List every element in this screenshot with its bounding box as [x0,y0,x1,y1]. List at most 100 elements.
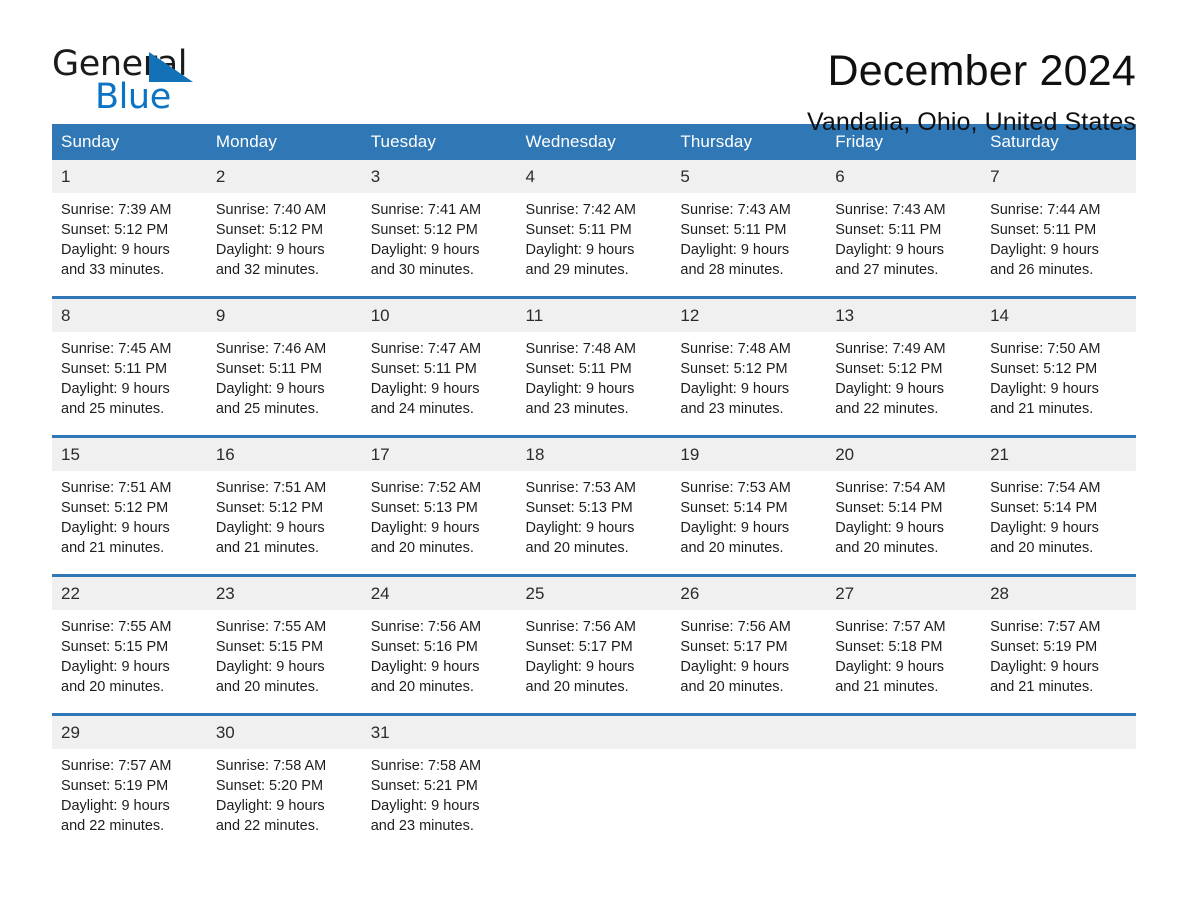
weekday-header-monday: Monday [206,124,362,160]
day-details: Sunrise: 7:41 AM Sunset: 5:12 PM Dayligh… [362,193,517,296]
day-cell[interactable]: 30 Sunrise: 7:58 AM Sunset: 5:20 PM Dayl… [206,713,362,852]
sunrise-text: Sunrise: 7:53 AM [680,480,791,496]
day-cell[interactable]: 10 Sunrise: 7:47 AM Sunset: 5:11 PM Dayl… [361,296,517,437]
day-cell[interactable]: 23 Sunrise: 7:55 AM Sunset: 5:15 PM Dayl… [206,574,362,715]
sunrise-text: Sunrise: 7:41 AM [370,202,482,218]
day-cell[interactable]: 21 Sunrise: 7:54 AM Sunset: 5:14 PM Dayl… [981,435,1136,576]
weekday-header-sunday: Sunday [52,124,207,160]
day-number: 2 [206,160,362,193]
daylight-text-line1: Daylight: 9 hours [680,659,790,675]
sunset-text: Sunset: 5:11 PM [215,361,322,377]
day-details: Sunrise: 7:54 AM Sunset: 5:14 PM Dayligh… [826,471,981,574]
day-number: 14 [981,299,1136,332]
day-cell[interactable]: 26 Sunrise: 7:56 AM Sunset: 5:17 PM Dayl… [671,574,827,715]
daylight-text-line2: and 20 minutes. [370,679,474,695]
day-cell[interactable]: 22 Sunrise: 7:55 AM Sunset: 5:15 PM Dayl… [52,574,207,715]
day-details: Sunrise: 7:44 AM Sunset: 5:11 PM Dayligh… [981,193,1136,296]
day-details: Sunrise: 7:56 AM Sunset: 5:17 PM Dayligh… [517,610,672,713]
sunset-text: Sunset: 5:15 PM [61,639,169,655]
sunset-text: Sunset: 5:19 PM [61,778,169,794]
day-cell[interactable]: 24 Sunrise: 7:56 AM Sunset: 5:16 PM Dayl… [361,574,517,715]
day-number: 7 [981,160,1136,193]
daylight-text-line2: and 20 minutes. [525,540,629,556]
day-cell[interactable]: 12 Sunrise: 7:48 AM Sunset: 5:12 PM Dayl… [671,296,827,437]
sunrise-text: Sunrise: 7:49 AM [835,341,946,357]
day-number: 29 [52,716,207,749]
day-number: 5 [671,160,827,193]
daylight-text-line2: and 21 minutes. [61,540,165,556]
daylight-text-line2: and 20 minutes. [525,679,629,695]
sunrise-text: Sunrise: 7:53 AM [525,480,636,496]
day-cell[interactable]: 2 Sunrise: 7:40 AM Sunset: 5:12 PM Dayli… [206,160,362,298]
day-cell[interactable]: 11 Sunrise: 7:48 AM Sunset: 5:11 PM Dayl… [516,296,672,437]
daylight-text-line2: and 20 minutes. [61,679,165,695]
day-cell[interactable]: 5 Sunrise: 7:43 AM Sunset: 5:11 PM Dayli… [671,160,827,298]
sunrise-text: Sunrise: 7:40 AM [215,202,327,218]
day-details: Sunrise: 7:46 AM Sunset: 5:11 PM Dayligh… [207,332,362,435]
day-cell[interactable]: 25 Sunrise: 7:56 AM Sunset: 5:17 PM Dayl… [516,574,672,715]
day-number: 23 [206,577,362,610]
day-number: 8 [52,299,207,332]
sunrise-text: Sunrise: 7:58 AM [370,758,482,774]
daylight-text-line2: and 21 minutes. [835,679,939,695]
day-cell[interactable]: 16 Sunrise: 7:51 AM Sunset: 5:12 PM Dayl… [206,435,362,576]
daylight-text-line2: and 28 minutes. [680,262,784,278]
daylight-text-line2: and 23 minutes. [525,401,629,417]
sunset-text: Sunset: 5:12 PM [990,361,1098,377]
day-cell[interactable]: 4 Sunrise: 7:42 AM Sunset: 5:11 PM Dayli… [516,160,672,298]
week-row: 29 Sunrise: 7:57 AM Sunset: 5:19 PM Dayl… [52,713,1136,852]
day-details: Sunrise: 7:43 AM Sunset: 5:11 PM Dayligh… [671,193,826,296]
day-cell[interactable]: 29 Sunrise: 7:57 AM Sunset: 5:19 PM Dayl… [52,713,207,852]
sunrise-text: Sunrise: 7:50 AM [990,341,1101,357]
sunrise-text: Sunrise: 7:55 AM [61,619,172,635]
daylight-text-line1: Daylight: 9 hours [990,242,1099,258]
daylight-text-line1: Daylight: 9 hours [61,659,170,675]
sunset-text: Sunset: 5:11 PM [835,222,942,238]
sunset-text: Sunset: 5:11 PM [990,222,1097,238]
day-cell[interactable]: 6 Sunrise: 7:43 AM Sunset: 5:11 PM Dayli… [826,160,982,298]
generalblue-logo[interactable]: General Blue [52,44,212,117]
sunset-text: Sunset: 5:11 PM [525,361,632,377]
daylight-text-line2: and 33 minutes. [61,262,165,278]
day-cell[interactable]: 18 Sunrise: 7:53 AM Sunset: 5:13 PM Dayl… [516,435,672,576]
day-cell[interactable]: 13 Sunrise: 7:49 AM Sunset: 5:12 PM Dayl… [826,296,982,437]
day-cell[interactable]: 19 Sunrise: 7:53 AM Sunset: 5:14 PM Dayl… [671,435,827,576]
sunrise-text: Sunrise: 7:57 AM [61,758,172,774]
day-number: 9 [206,299,362,332]
daylight-text-line1: Daylight: 9 hours [990,381,1099,397]
sunrise-text: Sunrise: 7:56 AM [370,619,482,635]
day-cell[interactable]: 27 Sunrise: 7:57 AM Sunset: 5:18 PM Dayl… [826,574,982,715]
day-cell[interactable]: 7 Sunrise: 7:44 AM Sunset: 5:11 PM Dayli… [981,160,1136,298]
day-cell[interactable]: 14 Sunrise: 7:50 AM Sunset: 5:12 PM Dayl… [981,296,1136,437]
day-cell[interactable]: 31 Sunrise: 7:58 AM Sunset: 5:21 PM Dayl… [361,713,517,852]
day-cell[interactable]: 20 Sunrise: 7:54 AM Sunset: 5:14 PM Dayl… [826,435,982,576]
day-number: 31 [361,716,517,749]
sunset-text: Sunset: 5:12 PM [61,500,169,516]
sunrise-text: Sunrise: 7:56 AM [680,619,791,635]
day-details: Sunrise: 7:58 AM Sunset: 5:20 PM Dayligh… [207,749,362,852]
day-cell[interactable]: 28 Sunrise: 7:57 AM Sunset: 5:19 PM Dayl… [981,574,1136,715]
daylight-text-line1: Daylight: 9 hours [680,520,790,536]
daylight-text-line1: Daylight: 9 hours [61,381,170,397]
day-details: Sunrise: 7:40 AM Sunset: 5:12 PM Dayligh… [207,193,362,296]
sunset-text: Sunset: 5:12 PM [61,222,169,238]
daylight-text-line1: Daylight: 9 hours [835,659,945,675]
day-cell[interactable]: 1 Sunrise: 7:39 AM Sunset: 5:12 PM Dayli… [52,160,207,298]
sunset-text: Sunset: 5:15 PM [215,639,324,655]
day-number: 30 [206,716,362,749]
day-cell[interactable]: 9 Sunrise: 7:46 AM Sunset: 5:11 PM Dayli… [206,296,362,437]
sunset-text: Sunset: 5:20 PM [215,778,324,794]
day-number: 6 [826,160,982,193]
day-cell[interactable]: 15 Sunrise: 7:51 AM Sunset: 5:12 PM Dayl… [52,435,207,576]
day-details: Sunrise: 7:43 AM Sunset: 5:11 PM Dayligh… [826,193,981,296]
day-cell[interactable]: 8 Sunrise: 7:45 AM Sunset: 5:11 PM Dayli… [52,296,207,437]
day-number: 22 [52,577,207,610]
day-number: 25 [516,577,672,610]
day-number: 20 [826,438,982,471]
day-cell[interactable]: 3 Sunrise: 7:41 AM Sunset: 5:12 PM Dayli… [361,160,517,298]
day-details: Sunrise: 7:58 AM Sunset: 5:21 PM Dayligh… [362,749,517,852]
day-details: Sunrise: 7:39 AM Sunset: 5:12 PM Dayligh… [52,193,207,296]
day-details [671,749,826,852]
day-cell[interactable]: 17 Sunrise: 7:52 AM Sunset: 5:13 PM Dayl… [361,435,517,576]
day-number [826,716,982,749]
